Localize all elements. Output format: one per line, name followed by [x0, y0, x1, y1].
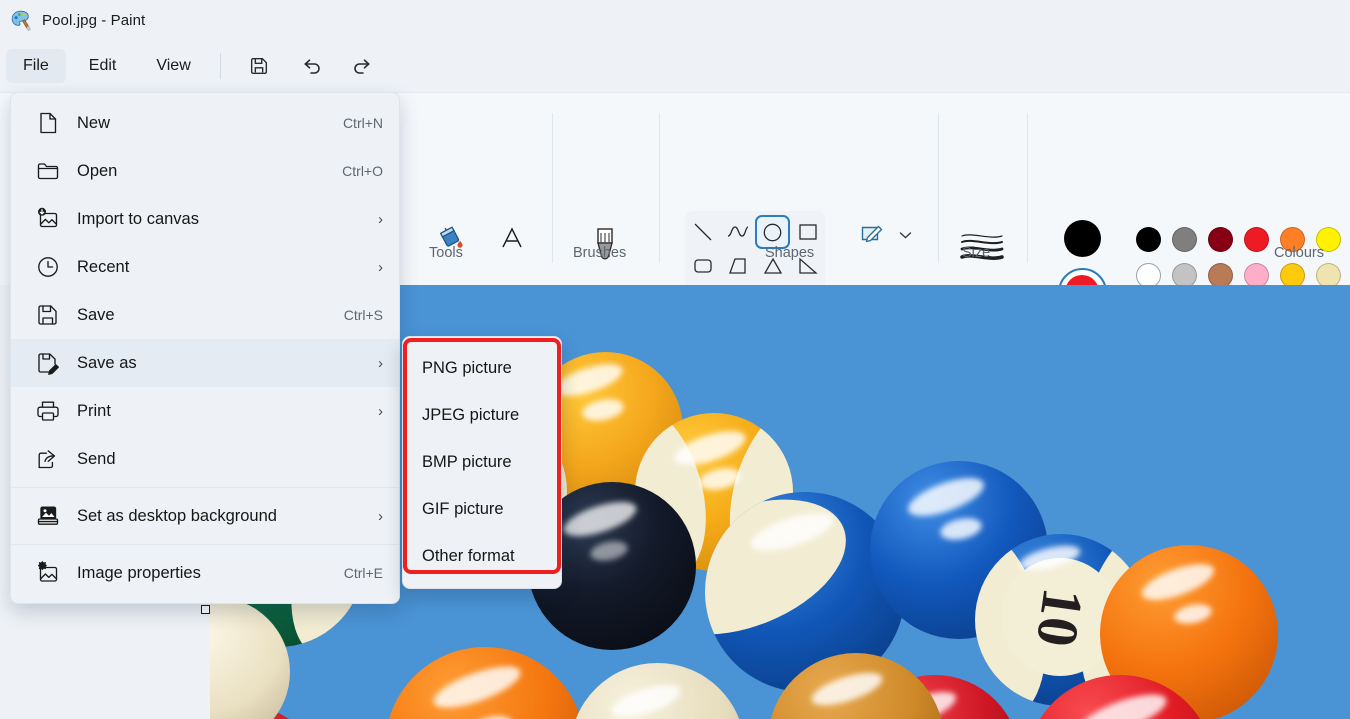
ribbon-divider	[1027, 113, 1028, 263]
file-menu-item-print[interactable]: Print ›	[11, 387, 399, 435]
menu-bar: File Edit View	[0, 40, 1350, 92]
save-as-submenu: PNG picture JPEG picture BMP picture GIF pi…	[402, 336, 562, 589]
canvas-resize-handle[interactable]	[201, 605, 210, 614]
file-menu-item-label: Set as desktop background	[77, 506, 277, 525]
file-menu-item-label: Print	[77, 401, 111, 420]
chevron-right-icon: ›	[378, 354, 383, 372]
title-bar: Pool.jpg - Paint	[0, 0, 1350, 40]
file-menu-item-label: Image properties	[77, 563, 201, 582]
file-menu-item-shortcut: Ctrl+N	[342, 115, 383, 131]
file-menu: New Ctrl+N Open Ctrl+O Import to canvas › Rece…	[10, 92, 400, 604]
window-title: Pool.jpg - Paint	[42, 11, 146, 29]
save-as-item-jpeg-picture[interactable]: JPEG picture	[403, 392, 561, 439]
file-menu-item-label: New	[77, 113, 111, 132]
chevron-right-icon: ›	[378, 507, 383, 525]
file-menu-item-label: Send	[77, 449, 116, 468]
file-menu-item-set-as-desktop-background[interactable]: Set as desktop background ›	[11, 492, 399, 540]
save-as-item-other-format[interactable]: Other format	[403, 533, 561, 580]
ball-number-label: 10	[1023, 583, 1097, 651]
oval-shape[interactable]	[755, 215, 790, 249]
colour-swatch[interactable]	[1238, 221, 1274, 257]
file-menu-item-save[interactable]: Save Ctrl+S	[11, 291, 399, 339]
line-shape[interactable]	[685, 215, 720, 249]
rounded-rectangle-shape[interactable]	[685, 249, 720, 283]
chevron-right-icon: ›	[378, 258, 383, 276]
file-menu-item-open[interactable]: Open Ctrl+O	[11, 147, 399, 195]
menu-file[interactable]: File	[6, 49, 66, 83]
file-menu-item-label: Import to canvas	[77, 209, 199, 228]
colour-swatch[interactable]	[1202, 221, 1238, 257]
ball-cream-stripe	[570, 663, 745, 719]
outline-button[interactable]	[855, 221, 889, 251]
file-menu-item-save-as[interactable]: Save as ›	[11, 339, 399, 387]
right-triangle-shape[interactable]	[720, 249, 755, 283]
file-menu-divider	[11, 544, 399, 545]
file-menu-item-label: Save as	[77, 353, 137, 372]
curve-shape[interactable]	[720, 215, 755, 249]
file-menu-item-shortcut: Ctrl+S	[343, 307, 383, 323]
paint-palette-icon	[10, 9, 32, 31]
file-menu-item-image-properties[interactable]: Image properties Ctrl+E	[11, 549, 399, 597]
printer-icon	[33, 396, 63, 426]
chevron-right-icon: ›	[378, 210, 383, 228]
size-group-label: Size	[962, 245, 991, 261]
file-menu-item-shortcut: Ctrl+O	[342, 163, 383, 179]
file-menu-item-send[interactable]: Send	[11, 435, 399, 483]
undo-icon[interactable]	[291, 48, 331, 84]
save-as-item-png-picture[interactable]: PNG picture	[403, 345, 561, 392]
menubar-divider	[219, 53, 221, 79]
file-menu-item-label: Open	[77, 161, 118, 180]
new-file-icon	[33, 108, 63, 138]
menu-view[interactable]: View	[139, 49, 207, 83]
ribbon-divider	[659, 113, 660, 263]
file-menu-item-recent[interactable]: Recent ›	[11, 243, 399, 291]
shapes-group-label: Shapes	[765, 245, 815, 261]
file-menu-item-label: Recent	[77, 257, 130, 276]
save-icon	[33, 300, 63, 330]
save-icon[interactable]	[239, 48, 279, 84]
paint-window: Pool.jpg - Paint File Edit View Tools Br…	[0, 0, 1350, 719]
colours-group-label: Colours	[1274, 245, 1324, 261]
ball-orange-left	[385, 647, 585, 719]
image-properties-icon	[33, 558, 63, 588]
clock-icon	[33, 252, 63, 282]
outline-chevron-down-icon[interactable]	[893, 223, 917, 247]
tools-group-label: Tools	[429, 245, 463, 261]
color-1-swatch[interactable]	[1057, 213, 1107, 263]
text-icon[interactable]	[489, 215, 535, 261]
chevron-right-icon: ›	[378, 402, 383, 420]
brushes-group-label: Brushes	[573, 245, 627, 261]
open-folder-icon	[33, 156, 63, 186]
ribbon-divider	[938, 113, 939, 263]
rectangle-shape[interactable]	[790, 215, 825, 249]
colour-swatch[interactable]	[1130, 221, 1166, 257]
save-as-item-bmp-picture[interactable]: BMP picture	[403, 439, 561, 486]
menu-edit[interactable]: Edit	[72, 49, 134, 83]
save-as-item-gif-picture[interactable]: GIF picture	[403, 486, 561, 533]
share-icon	[33, 444, 63, 474]
redo-icon[interactable]	[343, 48, 383, 84]
file-menu-item-new[interactable]: New Ctrl+N	[11, 99, 399, 147]
file-menu-item-shortcut: Ctrl+E	[343, 565, 383, 581]
file-menu-item-import-to-canvas[interactable]: Import to canvas ›	[11, 195, 399, 243]
save-as-icon	[33, 348, 63, 378]
ribbon-divider	[552, 113, 553, 263]
colour-swatch[interactable]	[1166, 221, 1202, 257]
desktop-background-icon	[33, 501, 63, 531]
import-image-icon	[33, 204, 63, 234]
file-menu-item-label: Save	[77, 305, 115, 324]
file-menu-divider	[11, 487, 399, 488]
